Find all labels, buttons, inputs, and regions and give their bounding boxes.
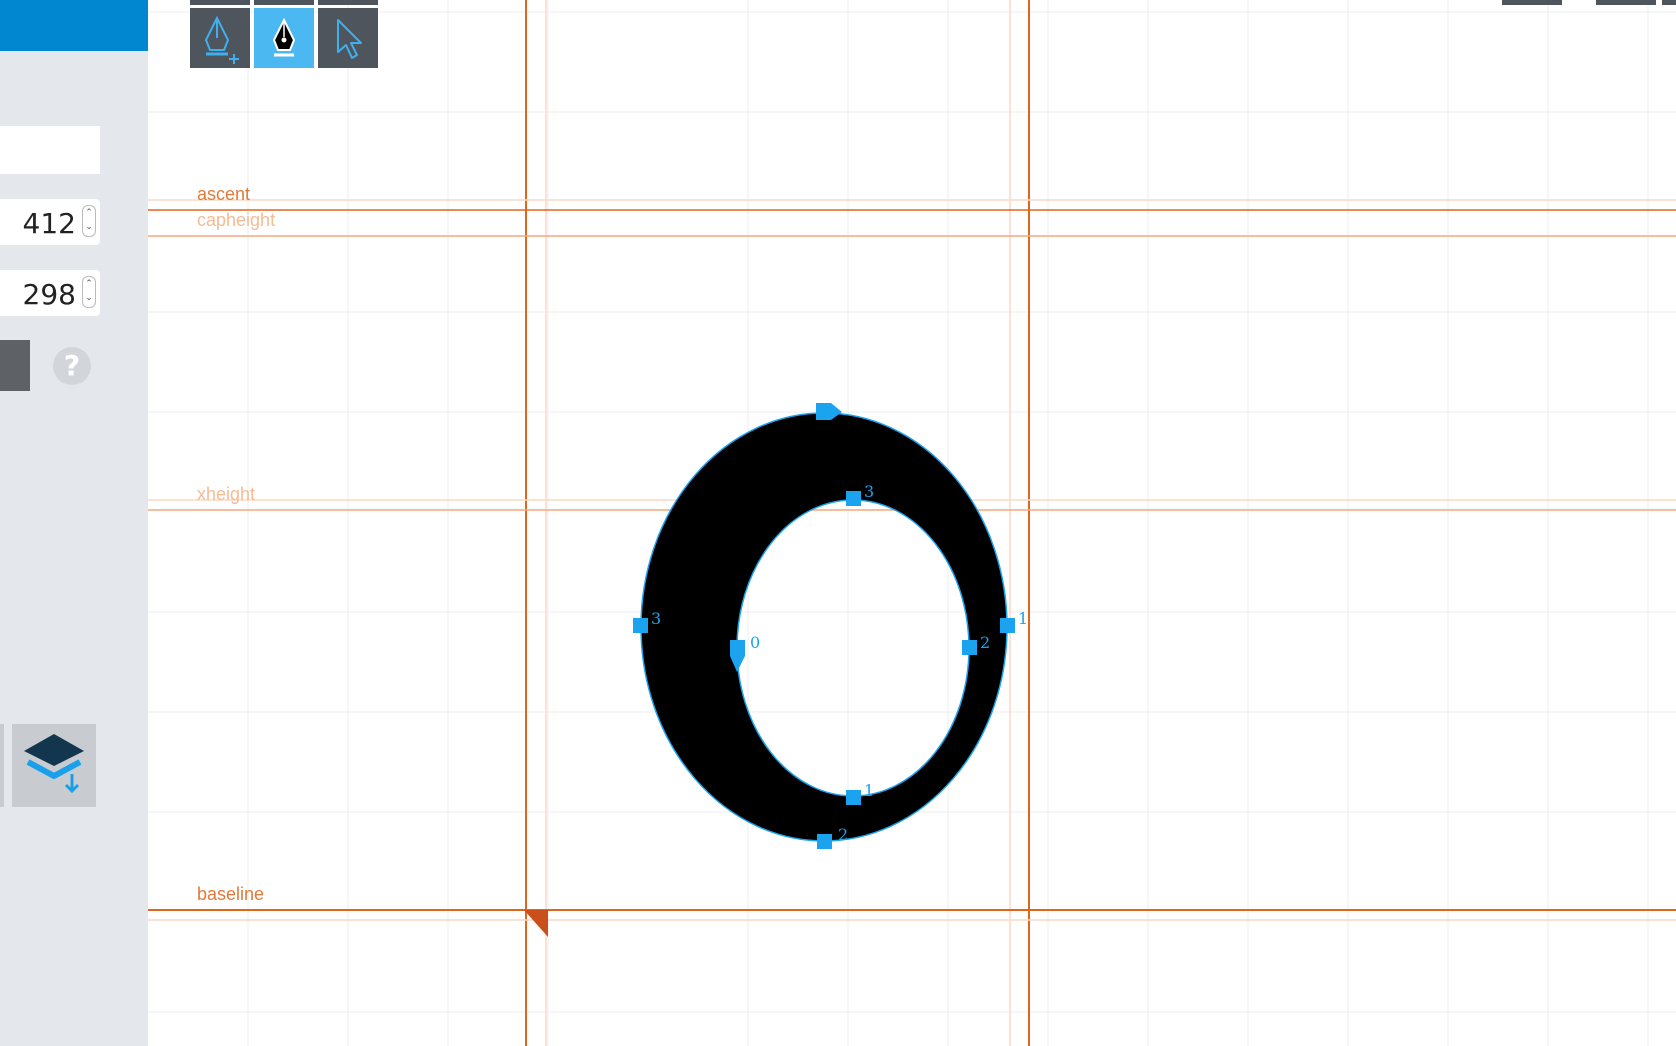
inner-contour[interactable] [736,499,970,797]
inner-point-label: 3 [864,482,874,501]
select-tool-button[interactable] [318,8,378,68]
height-spinner[interactable]: ⌃ ⌄ [82,276,96,308]
action-button[interactable] [0,340,30,391]
layer-side-button[interactable] [0,724,4,807]
top-right-button[interactable] [1596,0,1656,5]
ascent-label: ascent [197,184,251,204]
outer-point-label: 1 [1018,609,1028,628]
pen-tool-button[interactable] [254,8,314,68]
inner-point-label: 2 [980,633,990,652]
grid [148,0,1676,1046]
add-point-tool-button[interactable] [190,8,250,68]
inner-point-label: 0 [750,633,760,652]
tool-tab-edge [190,0,250,5]
top-right-button[interactable] [1502,0,1562,5]
tool-tab-edge [254,0,314,5]
layers-download-icon [24,734,84,794]
outer-point-2[interactable] [817,834,832,849]
pen-nib-icon [272,17,296,57]
width-value: 412 [22,207,76,240]
help-icon[interactable]: ? [53,347,91,385]
layers-download-button[interactable] [12,724,96,807]
outer-point-label: 3 [651,609,661,628]
sidebar-header-bar [0,0,148,51]
top-right-button[interactable] [1662,0,1676,5]
inner-point-3[interactable] [846,491,861,506]
xheight-label: xheight [197,484,256,504]
capheight-label: capheight [197,210,276,230]
canvas-drawing: 3 1 2 3 0 1 2 [148,0,1676,1046]
outer-point-3[interactable] [633,618,648,633]
height-value: 298 [22,278,76,311]
origin-marker [524,910,548,937]
inner-point-label: 1 [864,781,874,800]
inner-point-1[interactable] [846,790,861,805]
glyph-o-shape [641,412,1007,842]
cursor-arrow-icon [337,19,362,59]
width-number-field[interactable]: 412 ⌃ ⌄ [0,199,100,245]
properties-sidebar: 412 ⌃ ⌄ 298 ⌃ ⌄ ? [0,0,148,1046]
glyph-canvas[interactable]: 3 1 2 3 0 1 2 ascent capheight xheight b… [148,0,1676,1046]
outer-point-label: 2 [838,825,848,844]
baseline-label: baseline [197,884,265,904]
outer-point-1[interactable] [1000,618,1015,633]
inner-point-2[interactable] [962,640,977,655]
width-spinner[interactable]: ⌃ ⌄ [82,205,96,237]
tool-tab-edge [318,0,378,5]
name-field[interactable] [0,126,100,174]
height-number-field[interactable]: 298 ⌃ ⌄ [0,270,100,316]
pen-plus-icon [204,15,239,64]
